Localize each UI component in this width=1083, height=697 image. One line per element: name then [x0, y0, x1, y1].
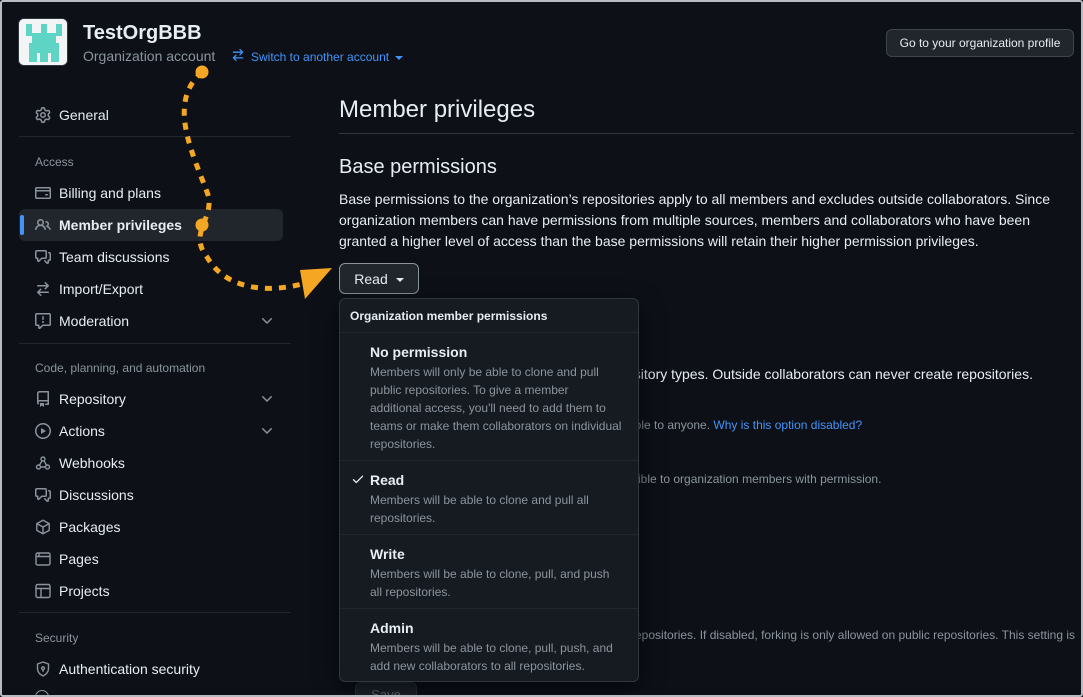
- sidebar-item-label: General: [59, 107, 109, 123]
- sidebar-item-member-privileges[interactable]: Member privileges: [19, 209, 283, 241]
- check-icon: [351, 472, 365, 486]
- switch-account-link[interactable]: Switch to another account: [231, 48, 404, 65]
- caret-down-icon: [395, 277, 404, 282]
- sidebar-divider: [19, 612, 291, 613]
- sidebar-item-team-discussions[interactable]: Team discussions: [19, 241, 283, 273]
- section-title: Base permissions: [339, 156, 497, 178]
- option-title: Write: [370, 546, 405, 562]
- sidebar-heading-code: Code, planning, and automation: [35, 361, 206, 375]
- title-divider: [339, 133, 1074, 134]
- sidebar-item-pages[interactable]: Pages: [19, 543, 283, 575]
- sidebar-item-billing[interactable]: Billing and plans: [19, 177, 283, 209]
- dropdown-header: Organization member permissions: [340, 299, 638, 333]
- sidebar-item-import-export[interactable]: Import/Export: [19, 273, 283, 305]
- permission-option-none[interactable]: No permission Members will only be able …: [340, 333, 638, 461]
- comment-discussion-icon: [35, 487, 51, 503]
- sidebar-item-actions[interactable]: Actions: [19, 415, 283, 447]
- sidebar-item-label: Authentication security: [59, 661, 200, 677]
- shield-lock-icon: [35, 661, 51, 677]
- save-button[interactable]: Save: [355, 682, 417, 695]
- report-icon: [35, 313, 51, 329]
- sidebar-item-projects[interactable]: Projects: [19, 575, 283, 607]
- sidebar-divider: [19, 343, 291, 344]
- gear-icon: [35, 107, 51, 123]
- org-profile-button[interactable]: Go to your organization profile: [886, 29, 1074, 57]
- sidebar-item-label: Repository: [59, 391, 126, 407]
- table-icon: [35, 583, 51, 599]
- private-repo-hint: sible to organization members with permi…: [632, 472, 882, 486]
- sidebar-item-webhooks[interactable]: Webhooks: [19, 447, 283, 479]
- option-description: Members will only be able to clone and p…: [370, 365, 622, 451]
- browser-icon: [35, 551, 51, 567]
- chevron-down-icon: [259, 391, 275, 407]
- permission-option-admin[interactable]: Admin Members will be able to clone, pul…: [340, 609, 638, 681]
- sidebar-item-label: Team discussions: [59, 249, 170, 265]
- org-avatar[interactable]: [18, 18, 68, 66]
- permission-option-write[interactable]: Write Members will be able to clone, pul…: [340, 535, 638, 609]
- repo-icon: [35, 391, 51, 407]
- sidebar-item-moderation[interactable]: Moderation: [19, 305, 283, 337]
- sidebar-item-label: Billing and plans: [59, 185, 161, 201]
- people-icon: [35, 217, 51, 233]
- disabled-option-link[interactable]: Why is this option disabled?: [713, 418, 862, 432]
- sidebar-item-packages[interactable]: Packages: [19, 511, 283, 543]
- org-account-type: Organization account: [83, 48, 216, 64]
- option-description: Members will be able to clone and pull a…: [370, 493, 589, 525]
- repo-creation-text: ository types. Outside collaborators can…: [626, 366, 1033, 382]
- sidebar-item-repository[interactable]: Repository: [19, 383, 283, 415]
- sidebar-item-label: Import/Export: [59, 281, 144, 297]
- public-repo-hint-text: ible to anyone.: [632, 418, 714, 432]
- play-icon: [35, 423, 51, 439]
- sidebar-item-discussions[interactable]: Discussions: [19, 479, 283, 511]
- sidebar-item-label: Member privileges: [59, 217, 182, 233]
- chevron-down-icon: [259, 423, 275, 439]
- sidebar-item-auth-security[interactable]: Authentication security: [19, 653, 283, 685]
- sidebar-item-label: Actions: [59, 423, 105, 439]
- comment-discussion-icon: [35, 249, 51, 265]
- arrow-switch-icon: [35, 281, 51, 297]
- arrow-switch-icon: [231, 48, 245, 65]
- option-title: Read: [370, 472, 405, 488]
- sidebar-item-label: Projects: [59, 583, 110, 599]
- sidebar-item-label: Moderation: [59, 313, 130, 329]
- sidebar-item-label: Discussions: [59, 487, 134, 503]
- base-permission-value: Read: [354, 270, 388, 287]
- org-name: TestOrgBBB: [83, 22, 202, 44]
- sidebar-item-general[interactable]: General: [19, 99, 283, 131]
- sidebar-divider: [19, 136, 291, 137]
- switch-account-label: Switch to another account: [251, 49, 390, 64]
- option-description: Members will be able to clone, pull, pus…: [370, 641, 613, 673]
- sidebar-item-label: Webhooks: [59, 455, 125, 471]
- section-description: Base permissions to the organization’s r…: [339, 191, 1051, 249]
- sidebar-item-label: Pages: [59, 551, 99, 567]
- package-icon: [35, 519, 51, 535]
- permission-dropdown: Organization member permissions No permi…: [339, 298, 639, 682]
- webhook-icon: [35, 455, 51, 471]
- base-permission-select[interactable]: Read: [339, 263, 419, 294]
- public-repo-hint: ible to anyone. Why is this option disab…: [632, 418, 862, 432]
- caret-down-icon: [395, 55, 404, 60]
- sidebar-heading-security: Security: [35, 631, 79, 645]
- permission-option-read[interactable]: Read Members will be able to clone and p…: [340, 461, 638, 535]
- credit-card-icon: [35, 185, 51, 201]
- option-description: Members will be able to clone, pull, and…: [370, 567, 610, 599]
- option-title: Admin: [370, 620, 414, 636]
- page-title: Member privileges: [339, 96, 536, 123]
- option-title: No permission: [370, 344, 468, 360]
- chevron-down-icon: [259, 313, 275, 329]
- sidebar-item-label: Packages: [59, 519, 121, 535]
- sidebar-partial-icon: [35, 690, 49, 695]
- window-frame: TestOrgBBB Organization account Switch t…: [0, 0, 1083, 697]
- forking-hint: epositories. If disabled, forking is onl…: [635, 628, 1076, 642]
- sidebar-heading-access: Access: [35, 155, 74, 169]
